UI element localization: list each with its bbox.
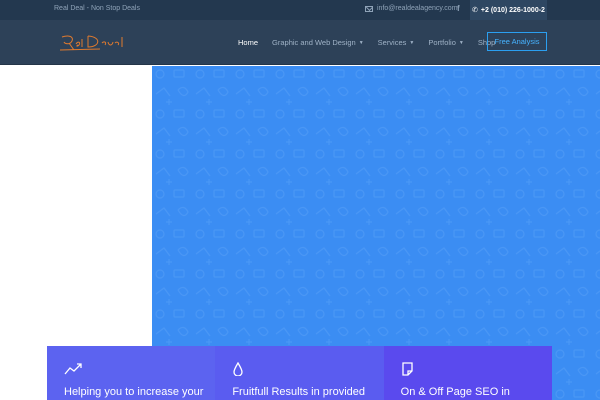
caret-down-icon: ▼ (409, 39, 415, 46)
nav-services[interactable]: Services ▼ (378, 38, 415, 47)
caret-down-icon: ▼ (458, 39, 464, 46)
main-nav: Home Graphic and Web Design ▼ Services ▼ P… (238, 38, 509, 47)
phone-icon: ✆ (472, 7, 478, 14)
feature-strip: Helping you to increase your Fruitfull R… (47, 346, 552, 400)
feature-card[interactable]: Helping you to increase your (47, 346, 216, 400)
facebook-icon[interactable]: f (457, 4, 460, 13)
nav-portfolio-label: Portfolio (428, 38, 456, 47)
email-address: info@realdealagency.com (377, 5, 458, 12)
trend-up-icon (64, 363, 82, 375)
free-analysis-button[interactable]: Free Analysis (487, 32, 547, 51)
mail-icon (365, 5, 373, 12)
nav-home[interactable]: Home (238, 38, 258, 47)
feature-text: On & Off Page SEO in (400, 386, 510, 398)
nav-services-label: Services (377, 38, 407, 47)
phone-link[interactable]: ✆ +2 (010) 226-1000-2 (470, 0, 547, 20)
nav-graphic-web-design[interactable]: Graphic and Web Design ▼ (272, 38, 364, 47)
caret-down-icon: ▼ (358, 39, 364, 46)
drop-icon (233, 362, 243, 376)
nav-home-label: Home (238, 38, 259, 47)
nav-graphic-web-design-label: Graphic and Web Design (272, 38, 356, 47)
site-header: Home Graphic and Web Design ▼ Services ▼ P… (0, 20, 600, 65)
phone-number: +2 (010) 226-1000-2 (480, 6, 545, 14)
tagline: Real Deal - Non Stop Deals (54, 5, 140, 12)
logo-mark-icon (59, 35, 123, 51)
feature-card[interactable]: Fruitfull Results in provided (215, 346, 384, 400)
top-bar: Real Deal - Non Stop Deals info@realdeal… (0, 0, 600, 20)
feature-text: Fruitfull Results in provided (232, 386, 365, 398)
feature-text: Helping you to increase your (64, 386, 204, 398)
note-icon (402, 362, 413, 376)
email-link[interactable]: info@realdealagency.com (365, 5, 458, 12)
feature-card[interactable]: On & Off Page SEO in (383, 346, 552, 400)
nav-portfolio[interactable]: Portfolio ▼ (428, 38, 463, 47)
logo[interactable] (59, 33, 126, 53)
